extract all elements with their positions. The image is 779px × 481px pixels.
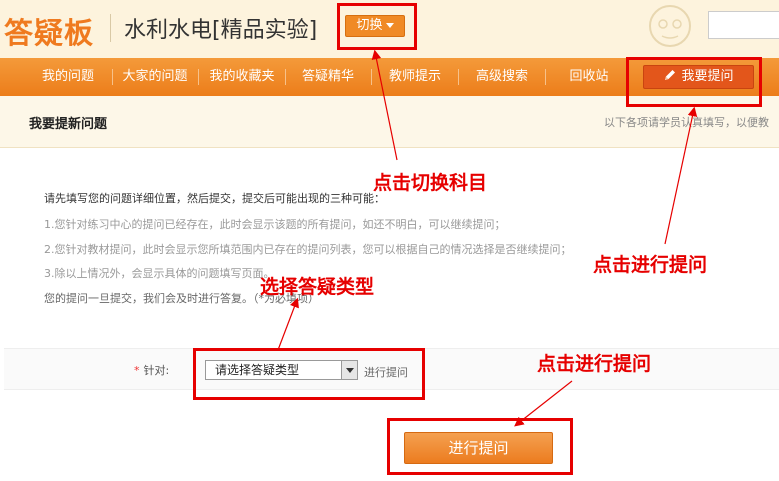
page-title: 我要提新问题 xyxy=(29,117,108,132)
course-title: 水利水电[精品实验] xyxy=(124,18,318,43)
target-label-text: 针对: xyxy=(143,364,170,377)
annotation-box-ask xyxy=(626,57,762,107)
required-mark: * xyxy=(134,364,140,377)
nav-all-questions[interactable]: 大家的问题 xyxy=(113,58,197,96)
section-hint: 以下各项请学员认真填写，以便教 xyxy=(604,116,769,129)
instruction-rule-1: 1.您针对练习中心的提问已经存在，此时会显示该题的所有提问，如还不明白，可以继续… xyxy=(44,218,506,231)
nav-recycle-bin[interactable]: 回收站 xyxy=(546,58,632,96)
mascot-icon xyxy=(649,5,691,47)
search-input[interactable] xyxy=(708,11,779,39)
instruction-rule-2: 2.您针对教材提问，此时会显示您所填范围内已存在的提问列表，您可以根据自己的情况… xyxy=(44,243,572,256)
annotation-box-select xyxy=(193,348,425,400)
annotation-box-submit xyxy=(387,418,573,475)
app-logo: 答疑板 xyxy=(4,16,95,50)
nav-best-answers[interactable]: 答疑精华 xyxy=(286,58,370,96)
annotation-switch-subject: 点击切换科目 xyxy=(373,172,488,194)
instructions-intro: 请先填写您的问题详细位置，然后提交，提交后可能出现的三种可能： xyxy=(44,192,385,205)
header-divider xyxy=(110,14,111,42)
nav-advanced-search[interactable]: 高级搜索 xyxy=(459,58,545,96)
target-label: * 针对: xyxy=(134,362,169,378)
nav-teacher-tips[interactable]: 教师提示 xyxy=(372,58,458,96)
annotation-ask-question: 点击进行提问 xyxy=(593,254,708,276)
nav-my-favorites[interactable]: 我的收藏夹 xyxy=(199,58,285,96)
annotation-box-switch xyxy=(337,3,417,50)
annotation-submit-question: 点击进行提问 xyxy=(537,353,652,375)
instruction-rule-3: 3.除以上情况外，会显示具体的问题填写页面。 xyxy=(44,267,275,280)
nav-my-questions[interactable]: 我的问题 xyxy=(24,58,112,96)
annotation-select-type: 选择答疑类型 xyxy=(260,276,375,298)
